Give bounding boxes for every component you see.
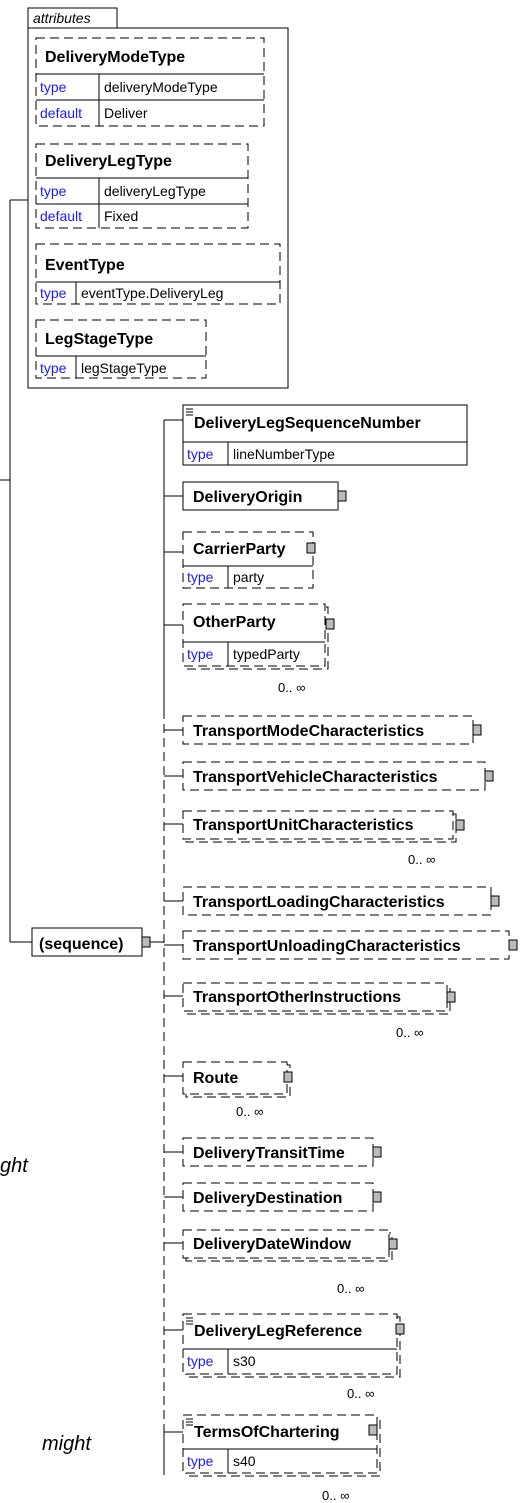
element-transport-other-instructions[interactable]: TransportOtherInstructions 0.. ∞ bbox=[164, 982, 456, 1040]
type-value: lineNumberType bbox=[233, 446, 335, 462]
element-name: TransportVehicleCharacteristics bbox=[193, 769, 438, 786]
default-value: Fixed bbox=[104, 208, 138, 224]
element-name: OtherParty bbox=[193, 614, 276, 631]
attribute-name: EventType bbox=[45, 257, 125, 274]
element-delivery-leg-reference[interactable]: DeliveryLegReference type s30 0.. ∞ bbox=[164, 1313, 405, 1401]
element-name: DeliveryOrigin bbox=[193, 489, 302, 506]
type-key: type bbox=[40, 360, 67, 376]
side-text-ght: ght bbox=[0, 1155, 29, 1177]
default-key: default bbox=[40, 208, 82, 224]
element-name: DeliveryLegReference bbox=[194, 1323, 362, 1340]
attribute-name: LegStageType bbox=[45, 331, 153, 348]
attributes-group: attributes DeliveryModeType type deliver… bbox=[27, 7, 289, 389]
element-delivery-destination[interactable]: DeliveryDestination bbox=[164, 1182, 382, 1212]
element-name: Route bbox=[193, 1070, 238, 1087]
schema-diagram: attributes DeliveryModeType type deliver… bbox=[0, 7, 518, 1503]
cardinality: 0.. ∞ bbox=[322, 1488, 349, 1503]
cardinality: 0.. ∞ bbox=[396, 1025, 423, 1040]
element-other-party[interactable]: OtherParty type typedParty 0.. ∞ bbox=[164, 603, 335, 695]
type-value: legStageType bbox=[81, 360, 167, 376]
sequence-spine bbox=[150, 420, 165, 1475]
element-transport-mode-characteristics[interactable]: TransportModeCharacteristics bbox=[164, 715, 482, 745]
element-delivery-date-window[interactable]: DeliveryDateWindow 0.. ∞ bbox=[164, 1229, 398, 1296]
element-terms-of-chartering[interactable]: TermsOfChartering type s40 0.. ∞ bbox=[163, 1414, 381, 1503]
type-key: type bbox=[40, 285, 67, 301]
type-key: type bbox=[187, 1453, 214, 1469]
type-key: type bbox=[40, 79, 67, 95]
type-value: deliveryModeType bbox=[104, 79, 218, 95]
type-key: type bbox=[187, 646, 214, 662]
element-name: TransportUnitCharacteristics bbox=[193, 817, 414, 834]
type-value: deliveryLegType bbox=[104, 183, 206, 199]
attribute-name: DeliveryLegType bbox=[45, 153, 172, 170]
sequence-label: (sequence) bbox=[39, 936, 123, 953]
element-delivery-leg-sequence-number[interactable]: DeliveryLegSequenceNumber type lineNumbe… bbox=[164, 404, 468, 466]
element-name: TransportModeCharacteristics bbox=[193, 723, 424, 740]
cardinality: 0.. ∞ bbox=[408, 852, 435, 867]
element-transport-unloading-characteristics[interactable]: TransportUnloadingCharacteristics bbox=[164, 930, 518, 960]
sequence-node[interactable]: (sequence) bbox=[31, 927, 151, 957]
cardinality: 0.. ∞ bbox=[278, 680, 305, 695]
element-name: DeliveryLegSequenceNumber bbox=[194, 415, 421, 432]
type-value: typedParty bbox=[233, 646, 300, 662]
type-value: s30 bbox=[233, 1353, 256, 1369]
type-value: party bbox=[233, 569, 264, 585]
element-name: TransportUnloadingCharacteristics bbox=[193, 938, 461, 955]
type-key: type bbox=[187, 1353, 214, 1369]
parent-connectors bbox=[0, 199, 32, 943]
type-value: eventType.DeliveryLeg bbox=[81, 285, 223, 301]
element-name: CarrierParty bbox=[193, 541, 286, 558]
type-key: type bbox=[187, 446, 214, 462]
attribute-leg-stage-type[interactable]: LegStageType type legStageType bbox=[35, 319, 207, 379]
element-name: TransportLoadingCharacteristics bbox=[193, 894, 445, 911]
element-transport-vehicle-characteristics[interactable]: TransportVehicleCharacteristics bbox=[164, 761, 494, 791]
type-key: type bbox=[40, 183, 67, 199]
element-carrier-party[interactable]: CarrierParty type party bbox=[164, 531, 316, 589]
element-delivery-origin[interactable]: DeliveryOrigin bbox=[164, 481, 347, 511]
attribute-name: DeliveryModeType bbox=[45, 49, 185, 66]
element-transport-unit-characteristics[interactable]: TransportUnitCharacteristics 0.. ∞ bbox=[164, 810, 465, 867]
default-key: default bbox=[40, 105, 82, 121]
element-name: TransportOtherInstructions bbox=[193, 989, 401, 1006]
type-key: type bbox=[187, 569, 214, 585]
attribute-delivery-leg-type[interactable]: DeliveryLegType type deliveryLegType def… bbox=[35, 143, 249, 229]
element-name: DeliveryDateWindow bbox=[193, 1236, 352, 1253]
cardinality: 0.. ∞ bbox=[236, 1104, 263, 1119]
element-name: DeliveryTransitTime bbox=[193, 1145, 345, 1162]
element-transport-loading-characteristics[interactable]: TransportLoadingCharacteristics bbox=[164, 886, 500, 916]
element-name: DeliveryDestination bbox=[193, 1190, 342, 1207]
attribute-event-type[interactable]: EventType type eventType.DeliveryLeg bbox=[35, 243, 281, 305]
default-value: Deliver bbox=[104, 105, 148, 121]
attributes-label: attributes bbox=[33, 10, 91, 26]
element-delivery-transit-time[interactable]: DeliveryTransitTime bbox=[164, 1137, 382, 1167]
attribute-delivery-mode-type[interactable]: DeliveryModeType type deliveryModeType d… bbox=[35, 37, 265, 127]
element-name: TermsOfChartering bbox=[194, 1424, 340, 1441]
type-value: s40 bbox=[233, 1453, 256, 1469]
cardinality: 0.. ∞ bbox=[347, 1386, 374, 1401]
element-route[interactable]: Route 0.. ∞ bbox=[164, 1061, 293, 1119]
cardinality: 0.. ∞ bbox=[337, 1281, 364, 1296]
side-text-might: might bbox=[42, 1433, 92, 1455]
